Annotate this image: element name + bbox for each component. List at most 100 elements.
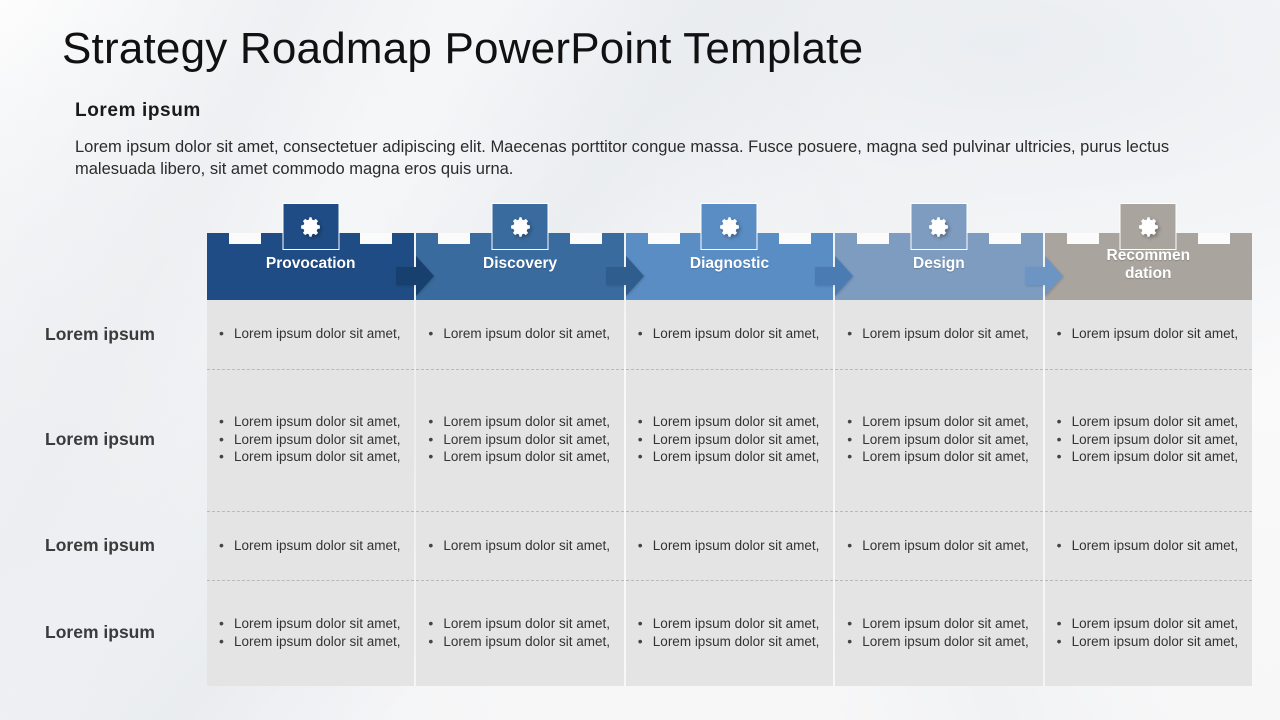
section-description: Lorem ipsum dolor sit amet, consectetuer… (75, 138, 1170, 178)
grid-cell[interactable]: Lorem ipsum dolor sit amet, (416, 300, 624, 370)
gear-icon (282, 203, 340, 250)
bullet-list: Lorem ipsum dolor sit amet,Lorem ipsum d… (634, 413, 823, 467)
list-item: Lorem ipsum dolor sit amet, (424, 537, 613, 555)
grid-cell[interactable]: Lorem ipsum dolor sit amet, (416, 511, 624, 581)
process-arrow-bar: Provocation Discovery Diagnostic Design Reco… (207, 203, 1252, 300)
bullet-list: Lorem ipsum dolor sit amet, (424, 537, 613, 556)
grid-cell[interactable]: Lorem ipsum dolor sit amet, (625, 300, 834, 370)
list-item: Lorem ipsum dolor sit amet, (424, 633, 613, 651)
stage-notch (360, 233, 393, 244)
grid-cell[interactable]: Lorem ipsum dolor sit amet,Lorem ipsum d… (1044, 369, 1252, 512)
grid-cell[interactable]: Lorem ipsum dolor sit amet,Lorem ipsum d… (207, 369, 415, 512)
stage-label: Recommen dation (1045, 247, 1252, 283)
list-item: Lorem ipsum dolor sit amet, (215, 633, 404, 651)
list-item: Lorem ipsum dolor sit amet, (215, 537, 404, 555)
list-item: Lorem ipsum dolor sit amet, (1053, 615, 1242, 633)
bullet-list: Lorem ipsum dolor sit amet, (634, 325, 823, 344)
list-item: Lorem ipsum dolor sit amet, (634, 431, 823, 449)
stage-notch (857, 233, 890, 244)
process-stage-3[interactable]: Diagnostic (625, 203, 834, 300)
bullet-list: Lorem ipsum dolor sit amet,Lorem ipsum d… (634, 615, 823, 651)
grid-cell[interactable]: Lorem ipsum dolor sit amet,Lorem ipsum d… (835, 369, 1043, 512)
content-column-3: Lorem ipsum dolor sit amet,Lorem ipsum d… (625, 300, 834, 686)
grid-cell[interactable]: Lorem ipsum dolor sit amet, (207, 511, 415, 581)
list-item: Lorem ipsum dolor sit amet, (843, 448, 1032, 466)
row-label-1: Lorem ipsum (45, 323, 155, 344)
list-item: Lorem ipsum dolor sit amet, (1053, 537, 1242, 555)
list-item: Lorem ipsum dolor sit amet, (215, 431, 404, 449)
content-column-2: Lorem ipsum dolor sit amet,Lorem ipsum d… (416, 300, 624, 686)
list-item: Lorem ipsum dolor sit amet, (1053, 325, 1242, 343)
list-item: Lorem ipsum dolor sit amet, (215, 325, 404, 343)
stage-label: Discovery (483, 255, 558, 272)
stage-notch (229, 233, 261, 244)
slide-canvas: Strategy Roadmap PowerPoint Template Lor… (0, 0, 1280, 720)
grid-cell[interactable]: Lorem ipsum dolor sit amet,Lorem ipsum d… (207, 580, 415, 686)
stage-notch (647, 233, 680, 244)
list-item: Lorem ipsum dolor sit amet, (1053, 633, 1242, 651)
stage-notch (779, 233, 812, 244)
bullet-list: Lorem ipsum dolor sit amet, (843, 537, 1032, 556)
page-title: Strategy Roadmap PowerPoint Template (62, 24, 864, 73)
stage-label: Design (913, 255, 965, 272)
grid-cell[interactable]: Lorem ipsum dolor sit amet,Lorem ipsum d… (835, 580, 1043, 686)
list-item: Lorem ipsum dolor sit amet, (843, 325, 1032, 343)
gear-icon (491, 203, 549, 250)
grid-cell[interactable]: Lorem ipsum dolor sit amet, (835, 300, 1043, 370)
list-item: Lorem ipsum dolor sit amet, (634, 633, 823, 651)
bullet-list: Lorem ipsum dolor sit amet, (1053, 325, 1242, 344)
bullet-list: Lorem ipsum dolor sit amet,Lorem ipsum d… (1053, 413, 1242, 467)
bullet-list: Lorem ipsum dolor sit amet,Lorem ipsum d… (843, 615, 1032, 651)
bullet-list: Lorem ipsum dolor sit amet, (1053, 537, 1242, 556)
list-item: Lorem ipsum dolor sit amet, (634, 615, 823, 633)
gear-icon (910, 203, 968, 250)
process-stage-5[interactable]: Recommen dation (1044, 203, 1252, 300)
stage-notch (438, 233, 471, 244)
content-column-5: Lorem ipsum dolor sit amet,Lorem ipsum d… (1044, 300, 1252, 686)
process-stage-1[interactable]: Provocation (207, 203, 415, 300)
grid-cell[interactable]: Lorem ipsum dolor sit amet,Lorem ipsum d… (416, 369, 624, 512)
grid-cell[interactable]: Lorem ipsum dolor sit amet, (207, 300, 415, 370)
row-label-2: Lorem ipsum (45, 429, 155, 450)
stage-connector-arrow-1 (396, 256, 435, 296)
gear-icon (700, 203, 758, 250)
list-item: Lorem ipsum dolor sit amet, (634, 325, 823, 343)
content-column-4: Lorem ipsum dolor sit amet,Lorem ipsum d… (835, 300, 1043, 686)
grid-cell[interactable]: Lorem ipsum dolor sit amet, (625, 511, 834, 581)
stage-label-line2: dation (1125, 265, 1172, 282)
grid-cell[interactable]: Lorem ipsum dolor sit amet, (1044, 511, 1252, 581)
process-stage-2[interactable]: Discovery (416, 203, 624, 300)
stage-notch (1066, 233, 1099, 244)
list-item: Lorem ipsum dolor sit amet, (634, 537, 823, 555)
list-item: Lorem ipsum dolor sit amet, (843, 537, 1032, 555)
grid-cell[interactable]: Lorem ipsum dolor sit amet,Lorem ipsum d… (625, 369, 834, 512)
list-item: Lorem ipsum dolor sit amet, (424, 448, 613, 466)
list-item: Lorem ipsum dolor sit amet, (843, 431, 1032, 449)
grid-cell[interactable]: Lorem ipsum dolor sit amet, (1044, 300, 1252, 370)
stage-connector-arrow-3 (815, 256, 854, 296)
bullet-list: Lorem ipsum dolor sit amet,Lorem ipsum d… (1053, 615, 1242, 651)
stage-notch (1197, 233, 1230, 244)
list-item: Lorem ipsum dolor sit amet, (634, 413, 823, 431)
grid-cell[interactable]: Lorem ipsum dolor sit amet,Lorem ipsum d… (625, 580, 834, 686)
bullet-list: Lorem ipsum dolor sit amet,Lorem ipsum d… (843, 413, 1032, 467)
row-label-3: Lorem ipsum (45, 534, 155, 555)
bullet-list: Lorem ipsum dolor sit amet, (843, 325, 1032, 344)
list-item: Lorem ipsum dolor sit amet, (215, 448, 404, 466)
process-stage-4[interactable]: Design (835, 203, 1043, 300)
gear-icon (1119, 203, 1177, 250)
list-item: Lorem ipsum dolor sit amet, (1053, 448, 1242, 466)
grid-cell[interactable]: Lorem ipsum dolor sit amet,Lorem ipsum d… (1044, 580, 1252, 686)
bullet-list: Lorem ipsum dolor sit amet, (215, 325, 404, 344)
list-item: Lorem ipsum dolor sit amet, (424, 615, 613, 633)
bullet-list: Lorem ipsum dolor sit amet, (634, 537, 823, 556)
bullet-list: Lorem ipsum dolor sit amet, (424, 325, 613, 344)
list-item: Lorem ipsum dolor sit amet, (1053, 431, 1242, 449)
list-item: Lorem ipsum dolor sit amet, (215, 413, 404, 431)
stage-connector-arrow-2 (605, 256, 644, 296)
stage-connector-arrow-4 (1024, 256, 1063, 296)
grid-cell[interactable]: Lorem ipsum dolor sit amet,Lorem ipsum d… (416, 580, 624, 686)
grid-cell[interactable]: Lorem ipsum dolor sit amet, (835, 511, 1043, 581)
list-item: Lorem ipsum dolor sit amet, (1053, 413, 1242, 431)
list-item: Lorem ipsum dolor sit amet, (843, 413, 1032, 431)
